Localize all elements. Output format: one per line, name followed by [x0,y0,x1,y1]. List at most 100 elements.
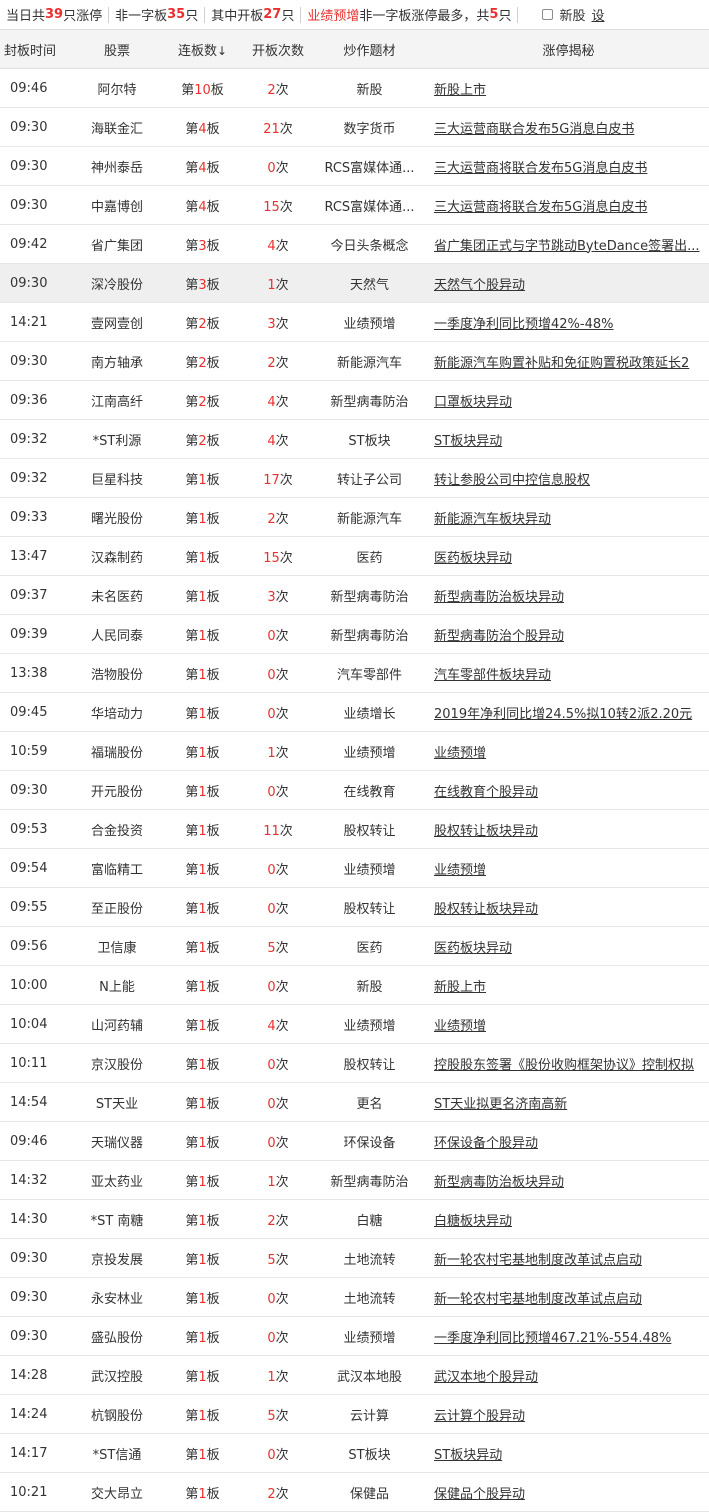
theme[interactable]: 武汉本地股 [311,1355,428,1395]
theme[interactable]: 土地流转 [311,1238,428,1278]
table-row[interactable]: 09:33 曙光股份 第1板 2次 新能源汽车 新能源汽车板块异动 [0,497,709,537]
theme[interactable]: 新股 [311,965,428,1005]
reason-link[interactable]: 一季度净利同比预增42%-48% [434,317,613,332]
stock-name[interactable]: N上能 [74,965,160,1005]
theme[interactable]: 业绩预增 [311,1004,428,1044]
stock-name[interactable]: 京投发展 [74,1238,160,1278]
col-header-theme[interactable]: 炒作题材 [311,30,428,69]
reason-link[interactable]: 医药板块异动 [434,941,512,956]
theme[interactable]: 新型病毒防治 [311,614,428,654]
stock-name[interactable]: 卫信康 [74,926,160,966]
stock-name[interactable]: 浩物股份 [74,653,160,693]
table-row[interactable]: 09:46 天瑞仪器 第1板 0次 环保设备 环保设备个股异动 [0,1121,709,1161]
reason-link[interactable]: 天然气个股异动 [434,278,525,293]
table-row[interactable]: 14:32 亚太药业 第1板 1次 新型病毒防治 新型病毒防治板块异动 [0,1160,709,1200]
stock-name[interactable]: 曙光股份 [74,497,160,537]
theme[interactable]: 云计算 [311,1394,428,1434]
theme[interactable]: 股权转让 [311,1043,428,1083]
stock-name[interactable]: 深冷股份 [74,263,160,303]
table-row[interactable]: 14:21 壹网壹创 第2板 3次 业绩预增 一季度净利同比预增42%-48% [0,302,709,342]
table-row[interactable]: 09:30 南方轴承 第2板 2次 新能源汽车 新能源汽车购置补贴和免征购置税政策延长2 [0,341,709,381]
stock-name[interactable]: *ST信通 [74,1433,160,1473]
theme[interactable]: ST板块 [311,1433,428,1473]
theme[interactable]: RCS富媒体通... [311,185,428,225]
table-row[interactable]: 09:46 阿尔特 第10板 2次 新股 新股上市 [0,68,709,108]
theme[interactable]: 业绩预增 [311,302,428,342]
stock-name[interactable]: 交大昂立 [74,1472,160,1512]
stock-name[interactable]: 永安林业 [74,1277,160,1317]
theme[interactable]: 白糖 [311,1199,428,1239]
reason-link[interactable]: 新能源汽车板块异动 [434,512,551,527]
reason-link[interactable]: 在线教育个股异动 [434,785,538,800]
reason-link[interactable]: 股权转让板块异动 [434,824,538,839]
table-row[interactable]: 14:24 杭钢股份 第1板 5次 云计算 云计算个股异动 [0,1394,709,1434]
table-row[interactable]: 14:28 武汉控股 第1板 1次 武汉本地股 武汉本地个股异动 [0,1355,709,1395]
stock-name[interactable]: 华培动力 [74,692,160,732]
stock-name[interactable]: 中嘉博创 [74,185,160,225]
theme[interactable]: 新型病毒防治 [311,1160,428,1200]
settings-link[interactable]: 设 [591,5,604,24]
new-stock-filter[interactable]: 新股 设 [518,5,605,24]
stock-name[interactable]: 人民同泰 [74,614,160,654]
reason-link[interactable]: 医药板块异动 [434,551,512,566]
theme[interactable]: 新型病毒防治 [311,575,428,615]
stock-name[interactable]: *ST利源 [74,419,160,459]
table-row[interactable]: 13:38 浩物股份 第1板 0次 汽车零部件 汽车零部件板块异动 [0,653,709,693]
table-row[interactable]: 09:30 神州泰岳 第4板 0次 RCS富媒体通... 三大运营商将联合发布5G消息白皮… [0,146,709,186]
reason-link[interactable]: 转让参股公司中控信息股权 [434,473,590,488]
table-row[interactable]: 09:54 富临精工 第1板 0次 业绩预增 业绩预增 [0,848,709,888]
theme[interactable]: 新能源汽车 [311,341,428,381]
stock-name[interactable]: 杭钢股份 [74,1394,160,1434]
table-row[interactable]: 09:32 巨星科技 第1板 17次 转让子公司 转让参股公司中控信息股权 [0,458,709,498]
reason-link[interactable]: 股权转让板块异动 [434,902,538,917]
reason-link[interactable]: 武汉本地个股异动 [434,1370,538,1385]
stock-name[interactable]: 阿尔特 [74,68,160,108]
reason-link[interactable]: 控股股东签署《股份收购框架协议》控制权拟 [434,1058,694,1073]
stock-name[interactable]: 壹网壹创 [74,302,160,342]
stock-name[interactable]: 天瑞仪器 [74,1121,160,1161]
reason-link[interactable]: 新型病毒防治个股异动 [434,629,564,644]
table-row[interactable]: 09:56 卫信康 第1板 5次 医药 医药板块异动 [0,926,709,966]
reason-link[interactable]: 云计算个股异动 [434,1409,525,1424]
reason-link[interactable]: 三大运营商联合发布5G消息白皮书 [434,122,634,137]
stock-name[interactable]: 巨星科技 [74,458,160,498]
stock-name[interactable]: 海联金汇 [74,107,160,147]
table-row[interactable]: 09:55 至正股份 第1板 0次 股权转让 股权转让板块异动 [0,887,709,927]
theme[interactable]: 保健品 [311,1472,428,1512]
theme[interactable]: 医药 [311,926,428,966]
col-header-stock[interactable]: 股票 [74,30,160,69]
col-header-time[interactable]: 封板时间 [0,30,74,69]
reason-link[interactable]: ST天业拟更名济南高新 [434,1097,567,1112]
col-header-boards[interactable]: 连板数↓ [160,30,245,69]
reason-link[interactable]: 2019年净利同比增24.5%拟10转2派2.20元 [434,707,692,722]
table-row[interactable]: 09:45 华培动力 第1板 0次 业绩增长 2019年净利同比增24.5%拟10转2派2… [0,692,709,732]
reason-link[interactable]: 新股上市 [434,980,486,995]
theme[interactable]: 今日头条概念 [311,224,428,264]
theme[interactable]: 业绩增长 [311,692,428,732]
stock-name[interactable]: 开元股份 [74,770,160,810]
table-row[interactable]: 09:42 省广集团 第3板 4次 今日头条概念 省广集团正式与字节跳动ByteDance… [0,224,709,264]
theme[interactable]: ST板块 [311,419,428,459]
reason-link[interactable]: 口罩板块异动 [434,395,512,410]
reason-link[interactable]: 保健品个股异动 [434,1487,525,1502]
reason-link[interactable]: 新型病毒防治板块异动 [434,590,564,605]
stock-name[interactable]: 至正股份 [74,887,160,927]
theme[interactable]: RCS富媒体通... [311,146,428,186]
stock-name[interactable]: 省广集团 [74,224,160,264]
theme[interactable]: 天然气 [311,263,428,303]
reason-link[interactable]: 环保设备个股异动 [434,1136,538,1151]
reason-link[interactable]: 三大运营商将联合发布5G消息白皮书 [434,161,647,176]
theme[interactable]: 新型病毒防治 [311,380,428,420]
table-row[interactable]: 09:30 开元股份 第1板 0次 在线教育 在线教育个股异动 [0,770,709,810]
stock-name[interactable]: 盛弘股份 [74,1316,160,1356]
reason-link[interactable]: 省广集团正式与字节跳动ByteDance签署出... [434,239,699,254]
table-row[interactable]: 09:30 京投发展 第1板 5次 土地流转 新一轮农村宅基地制度改革试点启动 [0,1238,709,1278]
table-row[interactable]: 09:32 *ST利源 第2板 4次 ST板块 ST板块异动 [0,419,709,459]
theme[interactable]: 更名 [311,1082,428,1122]
table-row[interactable]: 09:36 江南高纤 第2板 4次 新型病毒防治 口罩板块异动 [0,380,709,420]
table-row[interactable]: 10:21 交大昂立 第1板 2次 保健品 保健品个股异动 [0,1472,709,1512]
stock-name[interactable]: 亚太药业 [74,1160,160,1200]
reason-link[interactable]: 业绩预增 [434,863,486,878]
table-row[interactable]: 13:47 汉森制药 第1板 15次 医药 医药板块异动 [0,536,709,576]
col-header-opens[interactable]: 开板次数 [245,30,311,69]
